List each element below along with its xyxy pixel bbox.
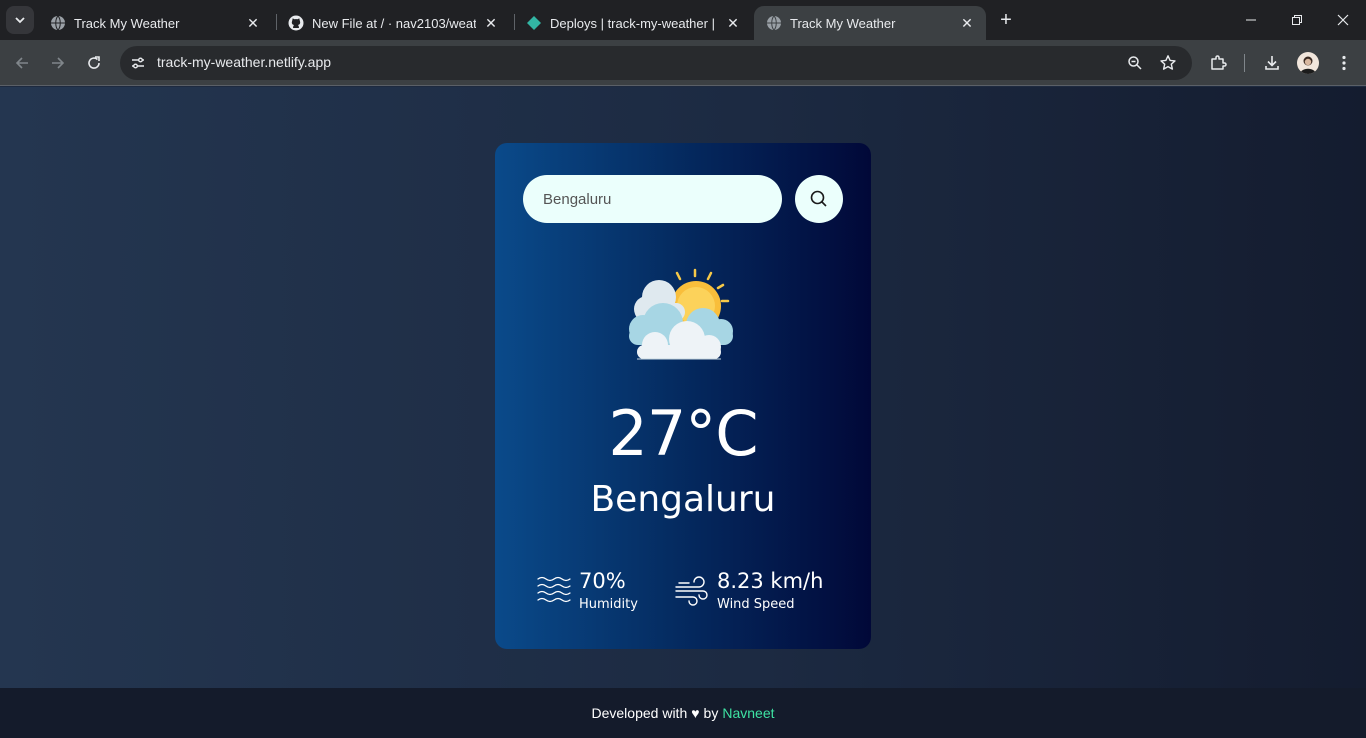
- city-name: Bengaluru: [590, 479, 776, 520]
- humidity-waves-icon: [537, 576, 571, 603]
- restore-button[interactable]: [1274, 0, 1320, 40]
- reload-icon: [88, 56, 100, 69]
- address-bar[interactable]: track-my-weather.netlify.app: [120, 46, 1192, 80]
- profile-avatar[interactable]: [1297, 52, 1319, 74]
- url-text[interactable]: track-my-weather.netlify.app: [157, 54, 331, 70]
- temperature-value: 27°C: [608, 397, 758, 470]
- chevron-down-icon: [15, 17, 25, 24]
- footer: Developed with ♥ by Navneet: [0, 688, 1366, 738]
- download-icon[interactable]: [1259, 50, 1285, 76]
- close-icon[interactable]: ✕: [724, 14, 742, 32]
- minimize-icon: [1246, 19, 1256, 21]
- bookmark-star-icon[interactable]: [1157, 52, 1179, 74]
- back-button[interactable]: [8, 49, 36, 77]
- tab-title: Track My Weather: [74, 15, 180, 31]
- close-window-button[interactable]: [1320, 0, 1366, 40]
- netlify-icon: [526, 15, 542, 31]
- humidity-label: Humidity: [579, 597, 638, 612]
- forward-button[interactable]: [44, 49, 72, 77]
- tab-1[interactable]: Track My Weather ✕: [38, 6, 272, 40]
- search-button[interactable]: [795, 175, 843, 223]
- new-tab-button[interactable]: +: [994, 8, 1018, 32]
- close-icon[interactable]: ✕: [958, 14, 976, 32]
- globe-icon: [766, 15, 782, 31]
- footer-by: by: [703, 705, 719, 721]
- kebab-menu-icon[interactable]: [1331, 50, 1357, 76]
- wind-icon: [675, 576, 708, 606]
- tab-3[interactable]: Deploys | track-my-weather | Ne ✕: [514, 6, 752, 40]
- close-icon[interactable]: ✕: [244, 14, 262, 32]
- sun-behind-clouds-icon: [629, 268, 733, 360]
- tab-strip: Track My Weather ✕ New File at / · nav21…: [0, 0, 1366, 40]
- city-search-input[interactable]: [523, 175, 782, 223]
- restore-icon: [1292, 15, 1302, 25]
- wind-speed-value: 8.23 km/h: [717, 569, 824, 593]
- tab-title: New File at / · nav2103/weather: [312, 15, 476, 31]
- minimize-button[interactable]: [1228, 0, 1274, 40]
- close-icon[interactable]: ✕: [482, 14, 500, 32]
- weather-card: 27°C Bengaluru 70% Humidity: [495, 143, 871, 649]
- arrow-left-icon: [15, 57, 28, 69]
- humidity-value: 70%: [579, 569, 626, 593]
- tab-search-button[interactable]: [6, 6, 34, 34]
- search-icon: [810, 190, 827, 207]
- zoom-icon[interactable]: [1124, 52, 1146, 74]
- author-link[interactable]: Navneet: [722, 705, 774, 721]
- globe-icon: [50, 15, 66, 31]
- wind-speed-label: Wind Speed: [717, 597, 795, 612]
- extensions-icon[interactable]: [1205, 50, 1231, 76]
- reload-button[interactable]: [80, 49, 108, 77]
- close-icon: [1337, 14, 1349, 26]
- github-icon: [288, 15, 304, 31]
- tab-title: Deploys | track-my-weather | Ne: [550, 15, 718, 31]
- page-background: 27°C Bengaluru 70% Humidity: [0, 87, 1366, 688]
- heart-icon: ♥: [691, 705, 700, 721]
- footer-prefix: Developed with: [591, 705, 688, 721]
- toolbar-divider: [1244, 54, 1245, 72]
- tab-2[interactable]: New File at / · nav2103/weather ✕: [276, 6, 510, 40]
- site-info-icon[interactable]: [126, 51, 150, 75]
- browser-toolbar: track-my-weather.netlify.app: [0, 40, 1366, 86]
- tab-4-active[interactable]: Track My Weather ✕: [754, 6, 986, 40]
- wind-detail: 8.23 km/h Wind Speed: [675, 567, 823, 614]
- humidity-detail: 70% Humidity: [537, 567, 638, 614]
- tab-title: Track My Weather: [790, 15, 896, 31]
- arrow-right-icon: [52, 57, 65, 69]
